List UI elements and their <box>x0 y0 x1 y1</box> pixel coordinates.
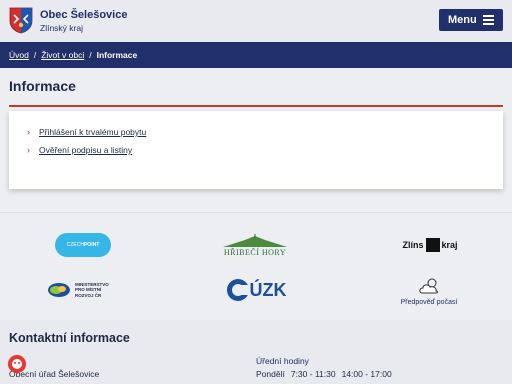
breadcrumb-home-link[interactable]: Úvod <box>9 50 29 60</box>
links-card: › Přihlášení k trvalému pobytu › Ověření… <box>9 111 503 189</box>
site-name[interactable]: Obec Šelešovice <box>40 9 127 21</box>
mmr-emblem-icon <box>48 283 70 297</box>
chevron-right-icon: › <box>27 145 30 155</box>
weather-cloud-icon <box>419 278 438 294</box>
hours-slot: 7:30 - 11:30 <box>290 369 336 379</box>
coat-of-arms-logo[interactable] <box>9 7 33 34</box>
office-hours: Úřední hodiny Pondělí 7:30 - 11:30 14:00… <box>256 356 392 379</box>
breadcrumb-current: Informace <box>96 50 138 60</box>
list-item: › Ověření podpisu a listiny <box>27 145 132 155</box>
menu-button-label: Menu <box>448 14 477 26</box>
site-region: Zlínský kraj <box>40 23 83 33</box>
chevron-right-icon: › <box>27 127 30 137</box>
cuzk-text: ÚZK <box>249 279 287 300</box>
czech-point-text-b: POINT <box>83 242 100 248</box>
partners-section: CZECH POINT HŘIBEČÍ HORY Zlíns kraj MINI… <box>0 212 512 318</box>
zlinsky-text-a: Zlíns <box>402 240 424 250</box>
page-title: Informace <box>9 78 76 94</box>
cuzk-logo[interactable]: ÚZK <box>219 275 293 305</box>
mountain-icon <box>223 233 287 247</box>
weather-forecast-link[interactable]: Předpověď počasí <box>400 271 458 311</box>
hours-day: Pondělí <box>256 369 285 379</box>
zlinsky-emblem <box>425 238 440 252</box>
zlinsky-kraj-logo[interactable]: Zlíns kraj <box>401 236 459 254</box>
mmr-line: ROZVOJ ČR <box>75 292 102 298</box>
site-header: Obec Šelešovice Zlínský kraj Menu <box>0 0 512 42</box>
title-divider <box>9 105 503 107</box>
list-item: › Přihlášení k trvalému pobytu <box>27 127 146 137</box>
hribeci-hory-text: HŘIBEČÍ HORY <box>223 247 287 257</box>
link-registration[interactable]: Přihlášení k trvalému pobytu <box>39 127 146 137</box>
breadcrumb-separator: / <box>89 50 92 60</box>
menu-button[interactable]: Menu <box>439 9 503 31</box>
breadcrumb: Úvod / Život v obci / Informace <box>0 42 512 68</box>
weather-forecast-label: Předpověď počasí <box>400 299 458 306</box>
office-hours-label: Úřední hodiny <box>256 356 309 366</box>
office-hours-row: Pondělí 7:30 - 11:30 14:00 - 17:00 <box>256 369 392 379</box>
cuzk-emblem-icon <box>226 279 248 301</box>
czech-point-text-a: CZECH <box>66 242 84 248</box>
hribeci-hory-logo[interactable]: HŘIBEČÍ HORY <box>219 229 291 261</box>
breadcrumb-separator: / <box>33 50 37 60</box>
breadcrumb-life-link[interactable]: Život v obci <box>41 50 84 60</box>
contact-title: Kontaktní informace <box>9 331 130 345</box>
mmr-text: MINISTERSTVO PRO MÍSTNÍ ROZVOJ ČR <box>75 282 109 299</box>
contact-section: Kontaktní informace sa Obecní úřad Šeleš… <box>0 320 512 384</box>
mmr-logo[interactable]: MINISTERSTVO PRO MÍSTNÍ ROZVOJ ČR <box>47 279 121 301</box>
hours-slot: 14:00 - 17:00 <box>341 369 392 379</box>
zlinsky-text-b: kraj <box>441 240 458 250</box>
link-signature-verification[interactable]: Ověření podpisu a listiny <box>39 145 132 155</box>
hamburger-icon <box>483 15 494 25</box>
czech-point-logo[interactable]: CZECH POINT <box>55 233 111 257</box>
chatbot-icon[interactable] <box>8 355 26 373</box>
